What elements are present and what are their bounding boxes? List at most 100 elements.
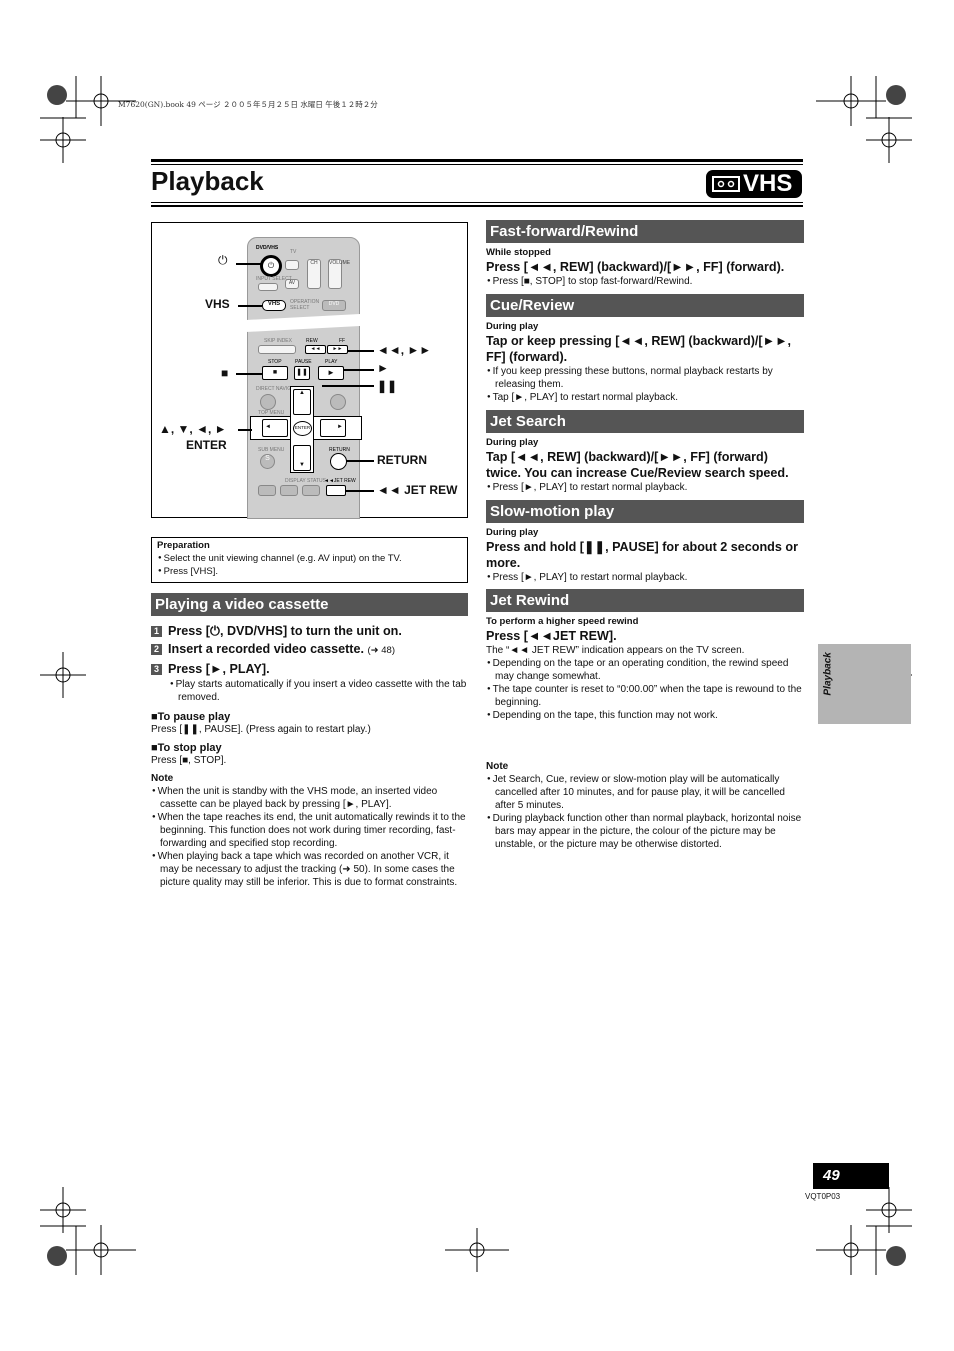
- right-column: Fast-forward/Rewind While stopped Press …: [486, 220, 804, 722]
- section-condition: To perform a higher speed rewind: [486, 616, 639, 627]
- callout-line: [346, 460, 374, 462]
- prog-check-button[interactable]: [258, 485, 276, 496]
- title-rule-top: [151, 159, 803, 162]
- callout-play: ►: [377, 361, 389, 375]
- section-jet-search: Jet Search During play Tap [◄◄, REW] (ba…: [486, 410, 804, 500]
- stop-button[interactable]: ■: [262, 366, 288, 380]
- pause-text: Press [❚❚, PAUSE]. (Press again to resta…: [151, 724, 371, 735]
- section-bar: Cue/Review: [486, 294, 804, 317]
- channel-button[interactable]: CH: [307, 259, 321, 289]
- crosshair-mark-icon: [445, 1228, 509, 1272]
- doc-code: VQT0P03: [805, 1192, 841, 1201]
- key-label-input-select: INPUT SELECT: [256, 276, 292, 282]
- playing-content: 1 Press [⏻, DVD/VHS] to turn the unit on.…: [151, 622, 467, 889]
- step-text: Press [►, PLAY].: [168, 662, 270, 676]
- preparation-item: Press [VHS].: [157, 565, 462, 578]
- preparation-item: Select the unit viewing channel (e.g. AV…: [157, 552, 462, 565]
- callout-line: [348, 350, 374, 352]
- key-label-dvd-vhs: DVD/VHS: [256, 245, 279, 251]
- callout-jet-rew: ◄◄ JET REW: [377, 483, 458, 497]
- section-bullet: Depending on the tape, this function may…: [486, 709, 804, 722]
- callout-line: [346, 490, 374, 492]
- section-bullet: Depending on the tape or an operating co…: [486, 657, 804, 683]
- volume-button[interactable]: VOLUME: [328, 259, 350, 289]
- section-condition: During play: [486, 527, 539, 538]
- vhs-button[interactable]: VHS: [262, 300, 286, 311]
- note-heading: Note: [151, 773, 174, 784]
- note-heading: Note: [486, 761, 509, 772]
- note-item: When the tape reaches its end, the unit …: [151, 811, 467, 850]
- remote-figure: DVD/VHS ⏻ TV AV CH VOLUME INPUT SELECT V…: [151, 222, 468, 519]
- pause-heading: ■To pause play: [151, 711, 231, 723]
- return-button[interactable]: [330, 453, 347, 470]
- section-instruction: Press [◄◄JET REW].: [486, 629, 617, 643]
- dvd-button[interactable]: DVD: [322, 300, 346, 311]
- callout-line: [236, 263, 262, 265]
- section-instruction: Tap or keep pressing [◄◄, REW] (backward…: [486, 334, 792, 364]
- right-button[interactable]: ►: [320, 419, 346, 437]
- callout-stop: ■: [221, 366, 229, 380]
- section-slow-motion: Slow-motion play During play Press and h…: [486, 500, 804, 589]
- section-bar-playing: Playing a video cassette: [151, 593, 468, 616]
- note-item: During playback function other than norm…: [486, 812, 804, 851]
- preparation-box: Preparation Select the unit viewing chan…: [151, 537, 468, 583]
- section-condition: While stopped: [486, 247, 551, 258]
- jet-rew-button[interactable]: [326, 485, 346, 496]
- key-label-operation-select: OPERATION SELECT: [290, 299, 320, 311]
- play-button[interactable]: ►: [318, 366, 344, 380]
- step-number: 2: [151, 644, 162, 655]
- power-button[interactable]: ⏻: [260, 255, 282, 277]
- right-note: Note Jet Search, Cue, review or slow-mot…: [486, 761, 804, 851]
- rew-button[interactable]: ◄◄: [305, 345, 326, 354]
- preparation-heading: Preparation: [157, 540, 210, 551]
- stop-heading: ■To stop play: [151, 742, 222, 754]
- color-bar-mark-icon: [886, 1246, 906, 1266]
- title-rule-top-thin: [151, 164, 803, 165]
- print-header: M7620(GN).book 49 ページ ２００５年５月２５日 水曜日 午後１…: [118, 100, 378, 109]
- key-label-play: PLAY: [325, 359, 338, 365]
- callout-vhs: VHS: [205, 297, 230, 311]
- function-button[interactable]: [330, 394, 346, 410]
- note-item: When the unit is standby with the VHS mo…: [151, 785, 467, 811]
- enter-button[interactable]: ENTER: [293, 421, 312, 436]
- skip-index-button[interactable]: [258, 345, 296, 354]
- key-label-display: DISPLAY: [285, 478, 306, 484]
- callout-rew-ff: ◄◄, ►►: [377, 343, 432, 357]
- step-number: 1: [151, 626, 162, 637]
- direct-navigator-button[interactable]: [260, 394, 276, 410]
- section-bullet: Press [►, PLAY] to restart normal playba…: [486, 481, 804, 494]
- down-button[interactable]: ▼: [293, 445, 311, 471]
- key-label-sub-menu: SUB MENU: [258, 447, 285, 453]
- section-instruction: Press [◄◄, REW] (backward)/[►►, FF] (for…: [486, 260, 785, 274]
- crosshair-mark-icon: [40, 652, 86, 698]
- side-tab: Playback: [818, 644, 911, 724]
- step-3-note: Play starts automatically if you insert …: [169, 678, 467, 704]
- display-button[interactable]: [280, 485, 298, 496]
- up-button[interactable]: ▲: [293, 389, 311, 415]
- ff-button[interactable]: ►►: [327, 345, 348, 354]
- callout-arrows: ▲, ▼, ◄, ►: [159, 422, 227, 436]
- note-item: Jet Search, Cue, review or slow-motion p…: [486, 773, 804, 812]
- input-select-button[interactable]: [258, 283, 278, 291]
- key-label-pause: PAUSE: [295, 359, 312, 365]
- tv-power-button[interactable]: [285, 260, 299, 270]
- section-bullet: Press [►, PLAY] to restart normal playba…: [486, 571, 804, 584]
- status-button[interactable]: [302, 485, 320, 496]
- key-label-skip-index: SKIP INDEX: [264, 338, 292, 344]
- callout-power: ⏻: [218, 253, 228, 267]
- step-number: 3: [151, 664, 162, 675]
- key-label-tv: TV: [290, 249, 297, 255]
- section-bar: Jet Search: [486, 410, 804, 433]
- callout-line: [238, 429, 252, 431]
- left-button[interactable]: ◄: [262, 419, 288, 437]
- section-fast-forward-rewind: Fast-forward/Rewind While stopped Press …: [486, 220, 804, 294]
- sub-menu-button[interactable]: S: [260, 454, 275, 469]
- title-rule-bottom-thin: [151, 202, 803, 203]
- crosshair-mark-icon: [40, 117, 86, 163]
- pause-button[interactable]: ❚❚: [294, 366, 310, 380]
- section-cue-review: Cue/Review During play Tap or keep press…: [486, 294, 804, 410]
- title-rule-bottom: [151, 205, 803, 207]
- color-bar-mark-icon: [886, 85, 906, 105]
- manual-page: M7620(GN).book 49 ページ ２００５年５月２５日 水曜日 午後１…: [0, 0, 954, 1351]
- section-jet-rewind: Jet Rewind To perform a higher speed rew…: [486, 589, 804, 722]
